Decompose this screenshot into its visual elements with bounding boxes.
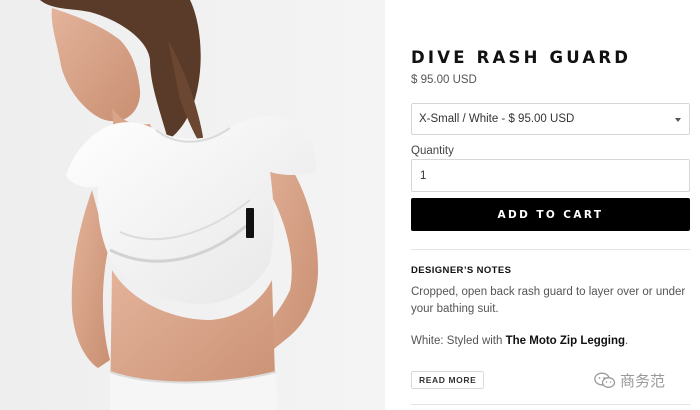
variant-select[interactable]: X-Small / White - $ 95.00 USD	[411, 103, 690, 135]
variant-selected-value: X-Small / White - $ 95.00 USD	[419, 113, 575, 125]
product-details: DIVE RASH GUARD $ 95.00 USD X-Small / Wh…	[411, 0, 690, 410]
quantity-label: Quantity	[411, 145, 454, 157]
add-to-cart-button[interactable]: ADD TO CART	[411, 198, 690, 231]
styled-with-line: White: Styled with The Moto Zip Legging.	[411, 335, 690, 347]
product-price: $ 95.00 USD	[411, 74, 477, 86]
product-title: DIVE RASH GUARD	[411, 48, 632, 67]
section-divider-bottom	[411, 404, 690, 405]
watermark: 商务范	[594, 370, 694, 390]
chevron-down-icon	[675, 118, 681, 122]
watermark-text: 商务范	[620, 372, 666, 390]
section-divider	[411, 249, 690, 250]
product-photo	[0, 0, 385, 410]
styled-with-suffix: .	[625, 335, 629, 347]
quantity-input[interactable]	[411, 159, 690, 192]
designers-notes-body: Cropped, open back rash guard to layer o…	[411, 286, 686, 315]
styled-with-link[interactable]: The Moto Zip Legging	[506, 335, 625, 347]
designers-notes-heading: DESIGNER’S NOTES	[411, 265, 512, 276]
read-more-button[interactable]: READ MORE	[411, 371, 485, 389]
brand-tag	[246, 208, 254, 238]
product-image	[0, 0, 385, 410]
wechat-icon	[594, 372, 616, 388]
styled-with-prefix: White: Styled with	[411, 335, 506, 347]
